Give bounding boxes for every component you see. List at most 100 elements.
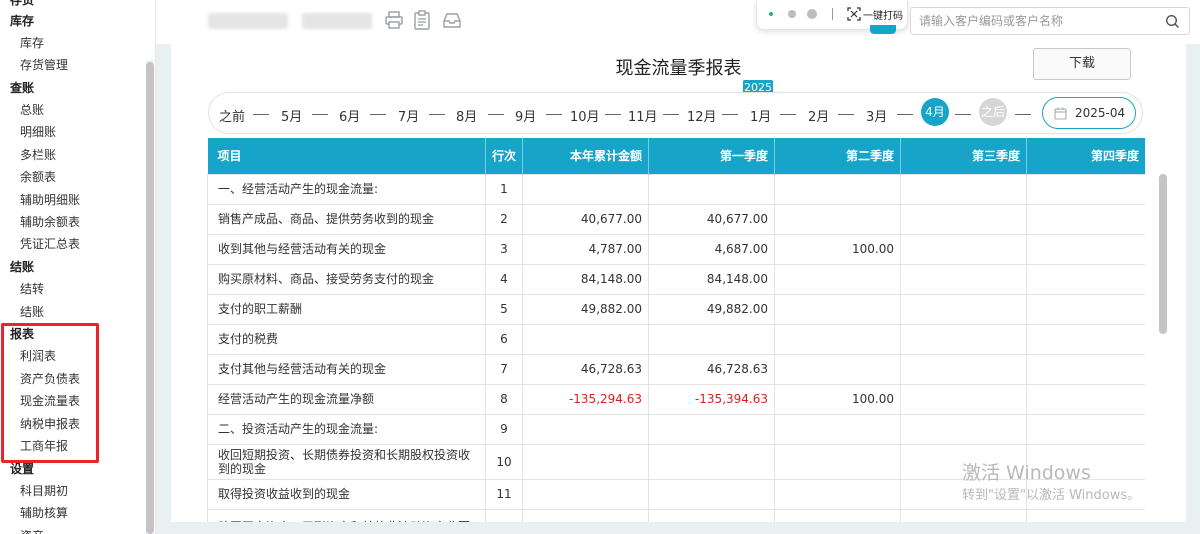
period-january[interactable]: 1月 — [750, 106, 771, 125]
sidebar-item-detail-ledger[interactable]: 明细账 — [20, 123, 56, 140]
sidebar-group-closing: 结账 — [10, 260, 35, 274]
period-august[interactable]: 8月 — [456, 106, 477, 125]
sidebar-item-multi-column-ledger[interactable]: 多栏账 — [20, 146, 56, 163]
row-q4 — [1026, 263, 1145, 295]
period-separator — [370, 114, 386, 115]
sidebar-item-aux-accounting[interactable]: 辅助核算 — [20, 504, 68, 521]
inbox-icon[interactable] — [442, 10, 462, 30]
sidebar-item-close-period[interactable]: 结账 — [20, 303, 44, 320]
period-july[interactable]: 7月 — [398, 106, 419, 125]
calendar-icon — [1054, 107, 1067, 120]
sidebar-item-income-statement[interactable]: 利润表 — [20, 347, 56, 364]
row-q3 — [900, 233, 1027, 265]
date-picker[interactable]: 2025-04 — [1042, 97, 1136, 129]
period-separator — [1015, 114, 1031, 115]
period-separator — [488, 114, 504, 115]
header-q4: 第四季度 — [1026, 138, 1145, 174]
table-row: 支付其他与经营活动有关的现金 7 46,728.63 46,728.63 — [207, 353, 1145, 385]
row-line-no: 6 — [485, 323, 523, 355]
blurred-company-name — [208, 13, 288, 29]
header-q2: 第二季度 — [774, 138, 901, 174]
period-separator — [663, 114, 679, 115]
clipboard-icon[interactable] — [412, 10, 432, 30]
period-separator — [546, 114, 562, 115]
period-june[interactable]: 6月 — [339, 106, 360, 125]
row-ytd: 84,148.00 — [522, 263, 649, 295]
row-item: 收回短期投资、长期债券投资和长期股权投资收到的现金 — [207, 443, 486, 480]
active-indicator-tab — [870, 25, 896, 34]
row-q2 — [774, 173, 901, 205]
customer-search-box[interactable] — [910, 7, 1190, 35]
row-q1 — [648, 508, 775, 522]
period-separator — [955, 114, 971, 115]
period-april-active[interactable]: 4月 — [921, 98, 949, 126]
row-q3 — [900, 173, 1027, 205]
header-q3: 第三季度 — [900, 138, 1027, 174]
sidebar-item-general-ledger[interactable]: 总账 — [20, 101, 44, 118]
sidebar-item-tax-return[interactable]: 纳税申报表 — [20, 415, 80, 432]
period-september[interactable]: 9月 — [515, 106, 536, 125]
table-scrollbar-thumb[interactable] — [1159, 174, 1167, 334]
row-ytd: 49,882.00 — [522, 293, 649, 325]
scan-mask-icon[interactable] — [847, 7, 861, 21]
sidebar-item-assets[interactable]: 资产 — [20, 527, 44, 534]
row-q2 — [774, 293, 901, 325]
row-line-no: 3 — [485, 233, 523, 265]
printer-icon[interactable] — [384, 10, 404, 30]
row-item: 经营活动产生的现金流量净额 — [207, 383, 486, 415]
popover-divider — [832, 8, 833, 20]
sidebar-scrollbar-thumb[interactable] — [146, 62, 154, 534]
row-q2 — [774, 353, 901, 385]
search-icon[interactable] — [1165, 14, 1180, 29]
period-december[interactable]: 12月 — [687, 106, 717, 125]
period-october[interactable]: 10月 — [570, 106, 600, 125]
sidebar-item-balance-sheet[interactable]: 资产负债表 — [20, 370, 80, 387]
download-button[interactable]: 下载 — [1033, 48, 1131, 80]
sidebar-item-carry-forward[interactable]: 结转 — [20, 280, 44, 297]
row-line-no: 8 — [485, 383, 523, 415]
header-item: 项目 — [207, 138, 486, 174]
row-q1-negative: -135,394.63 — [648, 383, 775, 415]
one-click-mask-label[interactable]: 一键打码 — [863, 7, 903, 22]
header-ytd: 本年累计金额 — [522, 138, 649, 174]
period-before[interactable]: 之前 — [219, 106, 245, 125]
sidebar-item-inventory[interactable]: 库存 — [20, 34, 44, 51]
sidebar-item-cash-flow-statement[interactable]: 现金流量表 — [20, 392, 80, 409]
row-line-no: 9 — [485, 413, 523, 445]
app-window: 存货 库存 库存 存货管理 查账 总账 明细账 多栏账 余额表 辅助明细账 辅助… — [0, 0, 1200, 534]
report-panel: 现金流量季报表 下载 2025 之前 5月 6月 7月 8月 9月 10月 11… — [171, 44, 1186, 522]
row-q4 — [1026, 508, 1145, 522]
header-line-no: 行次 — [485, 138, 523, 174]
period-selector: 之前 5月 6月 7月 8月 9月 10月 11月 12月 1月 2月 3月 4… — [208, 92, 1143, 134]
row-ytd-negative: -135,294.63 — [522, 383, 649, 415]
customer-search-input[interactable] — [919, 12, 1159, 30]
table-row: 一、经营活动产生的现金流量: 1 — [207, 173, 1145, 205]
table-row: 支付的税费 6 — [207, 323, 1145, 355]
period-march[interactable]: 3月 — [866, 106, 887, 125]
sidebar-item-stock-management[interactable]: 存货管理 — [20, 56, 68, 73]
row-ytd — [522, 443, 649, 480]
period-may[interactable]: 5月 — [281, 106, 302, 125]
period-february[interactable]: 2月 — [808, 106, 829, 125]
period-november[interactable]: 11月 — [628, 106, 658, 125]
date-value: 2025-04 — [1075, 106, 1126, 120]
sidebar-item-voucher-summary[interactable]: 凭证汇总表 — [20, 235, 80, 252]
row-q3 — [900, 263, 1027, 295]
sidebar-item-annual-report[interactable]: 工商年报 — [20, 437, 68, 454]
sidebar-group-reports: 报表 — [10, 327, 35, 341]
table-row: 二、投资活动产生的现金流量: 9 — [207, 413, 1145, 445]
sidebar-item-aux-balance[interactable]: 辅助余额表 — [20, 213, 80, 230]
sidebar-item-opening-balances[interactable]: 科目期初 — [20, 482, 68, 499]
top-toolbar: 一键打码 — [156, 0, 1200, 44]
row-item: 支付其他与经营活动有关的现金 — [207, 353, 486, 385]
row-ytd — [522, 323, 649, 355]
sidebar-item-balance-sheet-summary[interactable]: 余额表 — [20, 168, 56, 185]
windows-activation-watermark-hint: 转到"设置"以激活 Windows。 — [962, 488, 1141, 503]
row-line-no: 2 — [485, 203, 523, 235]
row-q4 — [1026, 413, 1145, 445]
row-item: 收到其他与经营活动有关的现金 — [207, 233, 486, 265]
sidebar-item-aux-detail-ledger[interactable]: 辅助明细账 — [20, 191, 80, 208]
row-line-no: 11 — [485, 478, 523, 510]
status-dot-gray-large — [807, 9, 817, 19]
row-q1 — [648, 413, 775, 445]
